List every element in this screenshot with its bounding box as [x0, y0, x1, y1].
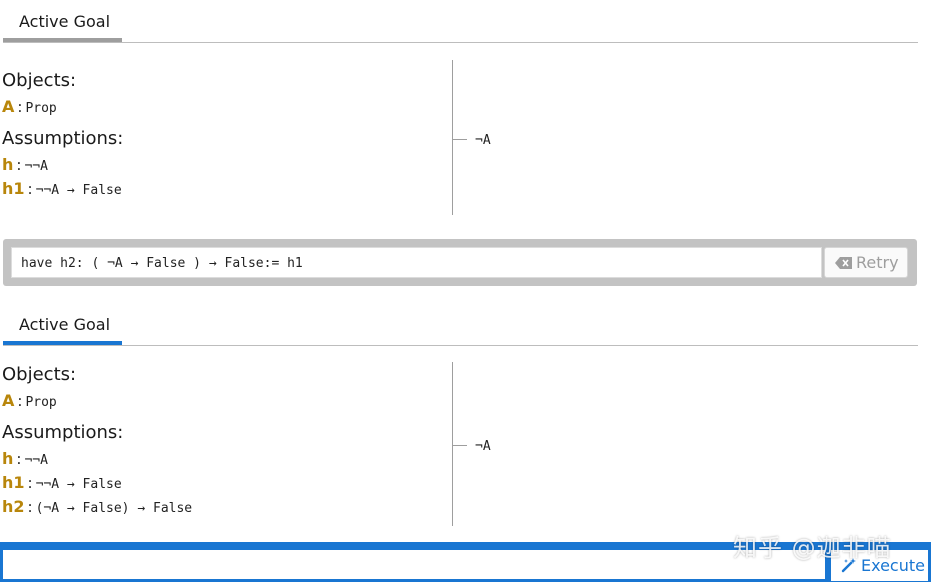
retry-label: Retry	[856, 253, 899, 272]
assumption-type: ¬¬A → False	[35, 183, 122, 198]
turnstile-tick	[453, 445, 467, 446]
assumption-type: ¬¬A	[24, 453, 48, 468]
goal-tabs-1: Active Goal	[3, 0, 918, 43]
colon: :	[17, 392, 23, 410]
hypotheses-pane-1: Objects: A: Prop Assumptions: h: ¬¬A h1: ¬¬…	[2, 67, 123, 201]
assumption-line-h1-2: h1: ¬¬A → False	[2, 471, 192, 495]
assumption-name: h2	[2, 497, 25, 516]
objects-title-2: Objects:	[2, 364, 77, 385]
tab-active-goal-2[interactable]: Active Goal	[3, 305, 122, 345]
turnstile-tick	[453, 139, 467, 140]
watermark: 知乎 @迦非喵	[733, 534, 892, 562]
hypotheses-pane-2: Objects: A: Prop Assumptions: h: ¬¬A h1: ¬¬…	[2, 361, 192, 519]
goal-tabs-2: Active Goal	[3, 303, 918, 346]
tactic-input[interactable]	[2, 549, 826, 580]
object-name: A	[2, 391, 15, 410]
colon: :	[17, 98, 23, 116]
assumption-line-h1-1: h1: ¬¬A → False	[2, 177, 123, 201]
assumption-name: h	[2, 449, 14, 468]
assumption-line-h-1: h: ¬¬A	[2, 153, 123, 177]
assumption-type: ¬¬A → False	[35, 477, 122, 492]
object-line-A-2: A: Prop	[2, 389, 192, 413]
assumption-name: h1	[2, 179, 25, 198]
goal-panel-2: Active Goal Objects: A: Prop Assumptions:…	[0, 303, 918, 526]
assumptions-title-1: Assumptions:	[2, 128, 124, 149]
goal-panel-1: Active Goal Objects: A: Prop Assumptions:…	[0, 0, 918, 215]
goal-type: ¬A	[475, 439, 491, 454]
assumption-type: ¬¬A	[24, 159, 48, 174]
colon: :	[16, 156, 22, 174]
command-bar: have h2: ( ¬A → False ) → False:= h1 Ret…	[3, 239, 917, 286]
command-input[interactable]: have h2: ( ¬A → False ) → False:= h1	[11, 247, 822, 278]
assumptions-title-2: Assumptions:	[2, 422, 124, 443]
assumption-name: h1	[2, 473, 25, 492]
backspace-icon	[835, 256, 852, 269]
assumption-line-h2-2: h2: (¬A → False) → False	[2, 495, 192, 519]
colon: :	[27, 180, 33, 198]
assumption-line-h-2: h: ¬¬A	[2, 447, 192, 471]
goal-target-2: ¬A	[453, 435, 491, 454]
colon: :	[27, 474, 33, 492]
assumption-type: (¬A → False) → False	[35, 501, 193, 516]
colon: :	[16, 450, 22, 468]
object-name: A	[2, 97, 15, 116]
objects-title-1: Objects:	[2, 70, 77, 91]
colon: :	[27, 498, 33, 516]
goal-target-1: ¬A	[453, 129, 491, 148]
tab-active-goal-1[interactable]: Active Goal	[3, 2, 122, 42]
object-type: Prop	[25, 395, 57, 410]
retry-button[interactable]: Retry	[824, 247, 908, 278]
goal-type: ¬A	[475, 133, 491, 148]
object-line-A-1: A: Prop	[2, 95, 123, 119]
assumption-name: h	[2, 155, 14, 174]
object-type: Prop	[25, 101, 57, 116]
